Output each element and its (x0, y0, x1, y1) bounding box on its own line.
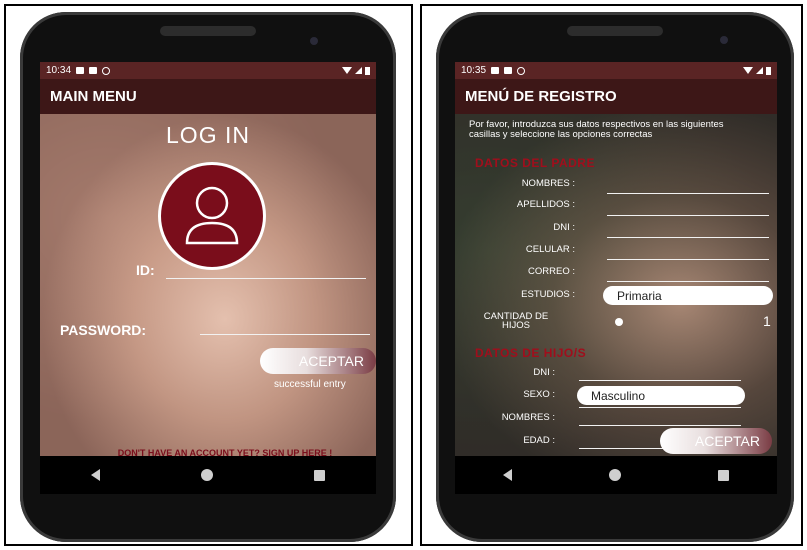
left-screen: 10:34 MAIN MENU LOG IN ID: PASSWORD: ACE… (40, 62, 376, 494)
apellidos-label: APELLIDOS : (516, 199, 575, 210)
sexo-underline (579, 407, 741, 408)
apellidos-field[interactable] (607, 215, 769, 216)
wifi-icon (743, 67, 753, 74)
id-label: ID: (136, 262, 155, 278)
nombres-field[interactable] (607, 193, 769, 194)
status-time: 10:34 (46, 65, 72, 76)
wifi-icon (342, 67, 352, 74)
back-icon[interactable] (503, 469, 513, 481)
sync-icon (517, 66, 526, 75)
status-time: 10:35 (461, 65, 487, 76)
nombres-label: NOMBRES : (521, 178, 575, 189)
nav-bar (455, 456, 777, 494)
edad-label: EDAD : (523, 435, 555, 446)
background-photo: Por favor, introduzca sus datos respecti… (455, 114, 777, 456)
hijos-value: 1 (763, 313, 771, 329)
hijo-dni-label: DNI : (533, 367, 555, 378)
hijo-nombres-field[interactable] (579, 425, 741, 426)
estudios-label: ESTUDIOS : (521, 289, 575, 300)
camera (310, 37, 318, 45)
aceptar-button-label: ACEPTAR (298, 353, 364, 369)
celular-label: CELULAR : (525, 244, 575, 255)
avatar (158, 162, 266, 270)
recent-apps-icon[interactable] (314, 469, 326, 481)
sim-icon (89, 67, 98, 74)
correo-label: CORREO : (528, 266, 575, 277)
celular-field[interactable] (607, 259, 769, 260)
estudios-value: Primaria (617, 288, 662, 303)
intro-text: Por favor, introduzca sus datos respecti… (469, 119, 724, 140)
id-field[interactable] (166, 278, 366, 279)
signal-icon (756, 67, 763, 74)
sync-icon (102, 66, 111, 75)
estudios-select[interactable]: Primaria (603, 286, 773, 305)
left-phone: 10:34 MAIN MENU LOG IN ID: PASSWORD: ACE… (20, 12, 396, 542)
battery-icon (766, 66, 771, 75)
recent-apps-icon[interactable] (717, 469, 729, 481)
edad-field[interactable] (579, 448, 669, 449)
app-bar: MENÚ DE REGISTRO (455, 79, 777, 114)
hijos-slider[interactable] (615, 318, 623, 326)
notification-icon (491, 67, 500, 74)
left-frame: 10:34 MAIN MENU LOG IN ID: PASSWORD: ACE… (4, 4, 413, 546)
home-icon[interactable] (200, 469, 213, 481)
signal-icon (355, 67, 362, 74)
aceptar-button-label: ACEPTAR (694, 433, 760, 449)
sexo-select[interactable]: Masculino (577, 386, 745, 405)
home-icon[interactable] (608, 469, 621, 481)
status-bar: 10:35 (455, 62, 777, 79)
speaker (160, 26, 256, 36)
right-phone: 10:35 MENÚ DE REGISTRO Por favor, introd… (436, 12, 794, 542)
sexo-label: SEXO : (523, 389, 555, 400)
status-bar: 10:34 (40, 62, 376, 79)
hijo-dni-field[interactable] (579, 380, 741, 381)
sexo-value: Masculino (591, 388, 646, 403)
speaker (567, 26, 663, 36)
aceptar-button[interactable]: ACEPTAR (260, 348, 376, 374)
aceptar-button[interactable]: ACEPTAR (660, 428, 772, 454)
dni-label: DNI : (553, 222, 575, 233)
battery-icon (365, 66, 370, 75)
camera (720, 36, 728, 44)
nav-bar (40, 456, 376, 494)
user-icon (185, 186, 239, 245)
app-bar-title: MAIN MENU (50, 88, 137, 105)
dni-field[interactable] (607, 237, 769, 238)
app-bar: MAIN MENU (40, 79, 376, 114)
correo-field[interactable] (607, 281, 769, 282)
background-photo: LOG IN ID: PASSWORD: ACEPTAR successful … (40, 114, 376, 458)
right-screen: 10:35 MENÚ DE REGISTRO Por favor, introd… (455, 62, 777, 494)
password-label: PASSWORD: (60, 322, 147, 338)
hijo-nombres-label: NOMBRES : (501, 412, 555, 423)
sim-icon (504, 67, 513, 74)
login-title: LOG IN (166, 122, 250, 148)
app-bar-title: MENÚ DE REGISTRO (465, 88, 617, 105)
status-message: successful entry (274, 379, 346, 390)
password-field[interactable] (200, 334, 370, 335)
section-datos-hijo: DATOS DE HIJO/S (475, 346, 587, 360)
cantidad-hijos-label: CANTIDAD DE HIJOS (483, 311, 549, 331)
right-frame: 10:35 MENÚ DE REGISTRO Por favor, introd… (420, 4, 803, 546)
back-icon[interactable] (90, 469, 100, 481)
section-datos-padre: DATOS DEL PADRE (475, 156, 595, 170)
notification-icon (76, 67, 85, 74)
